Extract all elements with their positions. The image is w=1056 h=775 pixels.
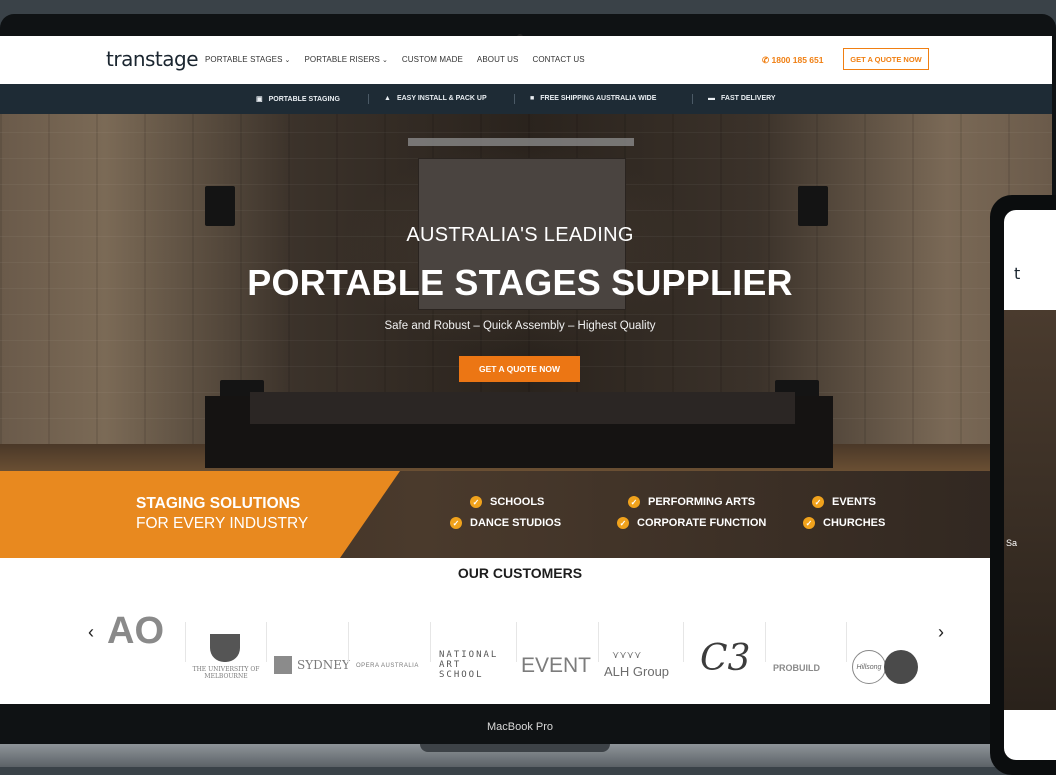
divider [598, 622, 599, 662]
customers-title: OUR CUSTOMERS [457, 565, 583, 581]
solution-churches[interactable]: ✓ CHURCHES [803, 517, 885, 529]
package-icon: ▬ [708, 95, 715, 102]
nav-portable-stages[interactable]: PORTABLE STAGES ⌄ [205, 55, 291, 64]
hero-kicker: AUSTRALIA'S LEADING [406, 224, 634, 246]
feature-fast-delivery: ▬ FAST DELIVERY [708, 95, 776, 102]
divider [430, 622, 431, 662]
hillsong-channel-icon [884, 650, 918, 684]
laptop-hinge [420, 744, 610, 752]
check-icon: ✓ [628, 496, 640, 508]
divider [348, 622, 349, 662]
nav-portable-risers[interactable]: PORTABLE RISERS ⌄ [305, 55, 388, 64]
truck-icon: ■ [530, 95, 535, 102]
thumbs-up-icon: ▲ [384, 95, 391, 102]
device-label: MacBook Pro [486, 721, 554, 733]
feature-free-shipping: ■ FREE SHIPPING AUSTRALIA WIDE [530, 95, 657, 102]
speaker [798, 186, 828, 226]
customer-logo-melbourne: THE UNIVERSITY OF MELBOURNE [192, 666, 260, 680]
check-icon: ✓ [803, 517, 815, 529]
customer-logo-c3: C3 [700, 638, 751, 679]
carousel-prev-arrow[interactable]: ‹ [88, 622, 94, 643]
solutions-subheading: FOR EVERY INDUSTRY [136, 515, 309, 532]
customer-logo-alh-group: ALH Group [604, 664, 670, 679]
divider [765, 622, 766, 662]
sydney-crest-icon [274, 656, 292, 674]
hero-tagline: Safe and Robust – Quick Assembly – Highe… [384, 320, 656, 332]
stage-deck [250, 392, 795, 424]
customer-logo-ao: AO [107, 610, 164, 652]
nav-about-us[interactable]: ABOUT US [477, 55, 519, 64]
customer-logo-probuild: PROBUILD [773, 663, 820, 673]
phone-site-logo: t [1014, 264, 1021, 283]
customer-logo-hillsong: Hillsong [852, 650, 886, 684]
check-icon: ✓ [450, 517, 462, 529]
customer-logo-sydney: SYDNEY [297, 658, 350, 672]
chevron-down-icon: ⌄ [381, 57, 388, 64]
customer-logo-event: EVENT [521, 654, 592, 677]
divider [368, 94, 369, 104]
divider [846, 622, 847, 662]
feature-easy-install: ▲ EASY INSTALL & PACK UP [384, 95, 487, 102]
solution-dance-studios[interactable]: ✓ DANCE STUDIOS [450, 517, 561, 529]
nav-contact-us[interactable]: CONTACT US [532, 55, 584, 64]
solutions-band: STAGING SOLUTIONS FOR EVERY INDUSTRY ✓ SC… [0, 471, 1052, 558]
solutions-heading: STAGING SOLUTIONS [136, 495, 301, 512]
check-icon: ✓ [812, 496, 824, 508]
alh-crown-icon: ⋎⋎⋎⋎ [612, 650, 642, 661]
phone-tagline: Sa [1006, 538, 1018, 548]
nav-custom-made[interactable]: CUSTOM MADE [402, 55, 463, 64]
check-icon: ✓ [470, 496, 482, 508]
feature-portable-staging: ▣ PORTABLE STAGING [256, 95, 340, 104]
customer-logo-national-art-school: NATIONAL ART SCHOOL [439, 650, 499, 680]
customer-logo-opera-australia: OPERA AUSTRALIA [356, 663, 419, 669]
site-logo[interactable]: transtage [106, 47, 199, 71]
stage-icon: ▣ [256, 96, 263, 103]
chevron-down-icon: ⌄ [284, 57, 291, 64]
carousel-next-arrow[interactable]: › [938, 622, 944, 643]
hero-quote-button[interactable]: GET A QUOTE NOW [459, 356, 580, 382]
phone-screen: t Sa [1004, 210, 1056, 760]
hero-section: AUSTRALIA'S LEADING PORTABLE STAGES SUPP… [0, 114, 1052, 471]
divider [516, 622, 517, 662]
solution-schools[interactable]: ✓ SCHOOLS [470, 496, 544, 508]
solution-performing-arts[interactable]: ✓ PERFORMING ARTS [628, 496, 755, 508]
phone-number[interactable]: ✆ 1800 185 651 [762, 55, 823, 66]
hero-title: PORTABLE STAGES SUPPLIER [247, 262, 793, 303]
divider [514, 94, 515, 104]
solution-events[interactable]: ✓ EVENTS [812, 496, 876, 508]
divider [683, 622, 684, 662]
divider [266, 622, 267, 662]
speaker [205, 186, 235, 226]
lighting-truss [408, 138, 634, 146]
header-quote-button[interactable]: GET A QUOTE NOW [843, 48, 929, 70]
top-navigation: transtage PORTABLE STAGES ⌄ PORTABLE RISE… [0, 36, 1052, 84]
phone-hero: Sa [1004, 310, 1056, 710]
check-icon: ✓ [617, 517, 629, 529]
solution-corporate-function[interactable]: ✓ CORPORATE FUNCTION [617, 517, 766, 529]
nav-links: PORTABLE STAGES ⌄ PORTABLE RISERS ⌄ CUSTOM… [205, 55, 585, 64]
website-screen: transtage PORTABLE STAGES ⌄ PORTABLE RISE… [0, 36, 1052, 706]
feature-bar: ▣ PORTABLE STAGING ▲ EASY INSTALL & PACK U… [0, 84, 1052, 114]
divider [185, 622, 186, 662]
divider [692, 94, 693, 104]
university-crest-icon [210, 634, 240, 662]
